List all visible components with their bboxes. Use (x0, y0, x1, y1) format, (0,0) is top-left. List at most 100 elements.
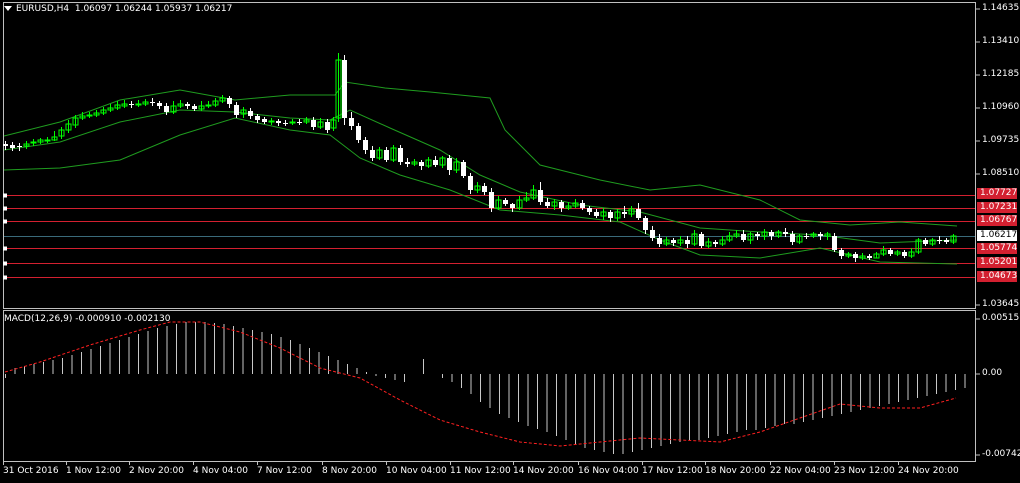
candle-body (135, 103, 142, 106)
time-tick: 1 Nov 12:00 (66, 466, 121, 476)
level-tag: 1.04673 (977, 271, 1017, 282)
candle-body (192, 106, 197, 109)
time-tick: 31 Oct 2016 (3, 466, 59, 476)
symbol-label: EURUSD,H4 (16, 4, 70, 14)
candle-body (587, 208, 592, 212)
macd-tick: 0.005157 (982, 313, 1020, 323)
middle-band (3, 109, 958, 244)
candle-body (276, 121, 281, 123)
candle-body (342, 60, 347, 118)
level-handle (3, 219, 7, 224)
candle-body (944, 240, 949, 242)
candle-body (902, 252, 907, 256)
candle-body (790, 234, 795, 242)
candle-body (363, 140, 368, 150)
main-panel-border (3, 2, 976, 309)
ohlc-values: 1.06097 1.06244 1.05937 1.06217 (74, 4, 233, 14)
time-tick: 24 Nov 20:00 (898, 466, 959, 476)
candle-body (10, 145, 15, 148)
time-tick: 4 Nov 04:00 (193, 466, 248, 476)
level-tag: 1.06767 (977, 215, 1017, 226)
candle-body (370, 150, 375, 158)
time-tick: 17 Nov 12:00 (642, 466, 703, 476)
candle-body (398, 148, 403, 162)
candle-body (268, 120, 275, 123)
candle-body (608, 212, 613, 218)
price-tick: 1.03645 (982, 299, 1020, 309)
candle-body (713, 242, 718, 244)
candle-body (867, 256, 872, 258)
candle-body (227, 98, 232, 104)
candle-body (783, 232, 788, 234)
candle-body (3, 144, 8, 146)
candle-body (818, 234, 823, 236)
time-tick: 2 Nov 20:00 (129, 466, 184, 476)
candle-body (289, 121, 296, 124)
time-tick: 22 Nov 04:00 (770, 466, 831, 476)
lower-band (3, 117, 958, 265)
candle-body (157, 103, 162, 106)
candle-body (538, 190, 543, 202)
candle-body (129, 104, 134, 105)
price-tick: 1.14635 (982, 3, 1020, 13)
candle-body (685, 240, 690, 244)
price-chart-canvas[interactable] (0, 0, 1020, 483)
candle-body (255, 116, 260, 120)
candle-body (311, 120, 316, 127)
price-tick: 1.12185 (982, 69, 1020, 79)
candle-body (44, 139, 51, 142)
candle-body (262, 119, 267, 122)
candle-body (349, 118, 354, 126)
candle-body (594, 212, 599, 216)
candle-body (650, 230, 655, 238)
candle-body (283, 123, 288, 124)
candle-body (671, 240, 676, 243)
candle-body (755, 234, 760, 236)
time-tick: 16 Nov 04:00 (578, 466, 639, 476)
candle-body (636, 209, 641, 218)
level-handle (3, 275, 7, 280)
candle-body (937, 240, 942, 241)
level-handle (3, 261, 7, 266)
candle-body (888, 250, 893, 254)
candle-body (622, 212, 627, 214)
price-tick: 1.08510 (982, 168, 1020, 178)
price-tick: 1.09735 (982, 135, 1020, 145)
current-price-tag: 1.06217 (977, 230, 1017, 241)
candle-body (205, 104, 212, 107)
candle-body (741, 234, 746, 240)
dropdown-triangle-icon[interactable] (4, 6, 12, 11)
candle-body (234, 105, 239, 115)
candle-body (510, 204, 515, 208)
candle-body (559, 202, 564, 208)
candle-body (150, 102, 155, 103)
macd-tick: -0.007423 (982, 449, 1020, 459)
time-tick: 23 Nov 12:00 (834, 466, 895, 476)
candle-body (580, 203, 585, 208)
candle-body (86, 114, 93, 117)
level-tag: 1.05774 (977, 243, 1017, 254)
candle-body (489, 192, 494, 208)
macd-histogram (5, 322, 966, 454)
candle-body (804, 236, 809, 237)
candle-body (248, 111, 253, 116)
candle-body (405, 162, 410, 164)
time-tick: 11 Nov 12:00 (450, 466, 511, 476)
level-handle (3, 206, 7, 211)
macd-label: MACD(12,26,9) -0.000910 -0.002130 (4, 314, 171, 324)
candle-body (545, 202, 550, 206)
candle-body (503, 200, 508, 204)
time-tick: 10 Nov 04:00 (386, 466, 447, 476)
candle-body (643, 218, 648, 230)
candle-body (164, 106, 169, 112)
price-tick: 1.13410 (982, 36, 1020, 46)
candle-body (384, 150, 389, 160)
candle-body (839, 250, 844, 256)
candle-body (832, 236, 837, 250)
candlesticks (3, 53, 957, 262)
candle-body (468, 176, 473, 190)
symbol-header[interactable]: EURUSD,H4 1.06097 1.06244 1.05937 1.0621… (4, 3, 232, 15)
candle-body (419, 162, 424, 166)
candle-body (923, 240, 928, 244)
level-tag: 1.07231 (977, 202, 1017, 213)
